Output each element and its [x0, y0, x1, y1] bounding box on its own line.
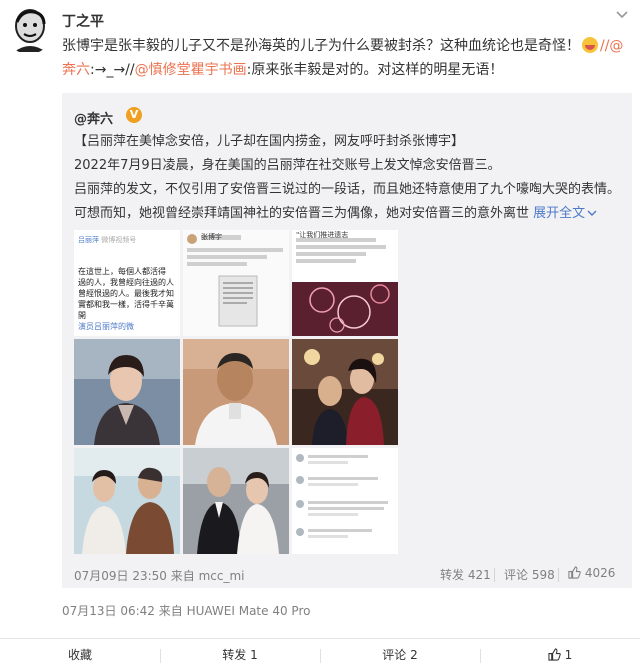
like-button[interactable]: 1 [480, 639, 640, 672]
repost-author-name[interactable]: @奔六 [74, 108, 113, 127]
thumbs-up-icon [548, 648, 561, 661]
repost-like-count: 4026 [584, 566, 616, 580]
repost-paragraph-2: 吕丽萍的发文，不仅引用了安倍晋三说过的一段话，而且她还特意使用了九个嚎啕大哭的表… [74, 178, 624, 226]
repost-headline: 【吕丽萍在美悼念安倍，儿子却在国内捞金，网友呼吁封杀张博宇】 [74, 134, 465, 149]
verified-badge-icon: V [126, 107, 142, 123]
repost-body: 【吕丽萍在美悼念安倍，儿子却在国内捞金，网友呼吁封杀张博宇】 2022年7月9日… [74, 130, 624, 226]
thumbs-up-icon [568, 566, 581, 579]
grid-image-3[interactable]: "让我们推进遗志 [292, 230, 398, 336]
repost-forward-count[interactable]: 转发 421 [440, 566, 491, 583]
post-text-mid: :→_→// [90, 62, 135, 78]
repost-comment-count[interactable]: 评论 598 [504, 566, 555, 583]
collect-button[interactable]: 收藏 [0, 639, 160, 672]
image-1-text: 在這世上，每個人都活得 過的人，我曾經向往過的人 曾經恨過的人。最後我才知 實都… [78, 267, 174, 331]
repost-like-button[interactable]: 4026 [568, 566, 615, 580]
grid-image-5[interactable] [183, 339, 289, 445]
post-author-name[interactable]: 丁之平 [62, 11, 104, 31]
repost-timestamp-source: 07月09日 23:50 来自 mcc_mi [74, 569, 245, 583]
grid-image-9[interactable] [292, 448, 398, 554]
grid-image-2[interactable]: 张博宇 [183, 230, 289, 336]
comment-button[interactable]: 评论 2 [320, 639, 480, 672]
grid-image-1[interactable]: 吕丽萍 微博视频号 在這世上，每個人都活得 過的人，我曾經向往過的人 曾經恨過的… [74, 230, 180, 336]
action-bar: 收藏 转发 1 评论 2 1 [0, 638, 640, 672]
avatar-portrait-image [4, 4, 54, 54]
chevron-down-icon[interactable] [612, 8, 632, 24]
repost-paragraph-1: 2022年7月9日凌晨，身在美国的吕丽萍在社交账号上发文悼念安倍晋三。 [74, 158, 501, 173]
laughing-emoji-icon [582, 37, 598, 53]
forward-button[interactable]: 转发 1 [160, 639, 320, 672]
image-1-account: 吕丽萍 微博视频号 [78, 236, 137, 244]
image-2-account: 张博宇 [201, 233, 222, 241]
reposted-content: @奔六 V 【吕丽萍在美悼念安倍，儿子却在国内捞金，网友呼吁封杀张博宇】 202… [62, 93, 632, 588]
mention-link-shenxiutang[interactable]: @慎修堂瞿宇书画 [135, 62, 247, 78]
avatar[interactable] [4, 4, 54, 54]
post-timestamp-device: 07月13日 06:42 来自 HUAWEI Mate 40 Pro [62, 604, 311, 618]
like-count: 1 [564, 648, 573, 662]
grid-image-8[interactable] [183, 448, 289, 554]
post-text-tail: :原来张丰毅是对的。对这样的明星无语！ [246, 62, 504, 78]
image-3-caption: "让我们推进遗志 [296, 231, 349, 239]
expand-full-text-link[interactable]: 展开全文 [533, 206, 585, 221]
post-text: 张博宇是张丰毅的儿子又不是孙海英的儿子为什么要被封杀？这种血统论也是奇怪！//@… [62, 34, 632, 82]
expand-chevron-icon [587, 210, 597, 216]
post-text-main: 张博宇是张丰毅的儿子又不是孙海英的儿子为什么要被封杀？这种血统论也是奇怪！ [62, 38, 580, 54]
grid-image-4[interactable] [74, 339, 180, 445]
image-grid: 吕丽萍 微博视频号 在這世上，每個人都活得 過的人，我曾經向往過的人 曾經恨過的… [74, 230, 398, 554]
grid-image-6[interactable] [292, 339, 398, 445]
grid-image-7[interactable] [74, 448, 180, 554]
weibo-post-card: 丁之平 张博宇是张丰毅的儿子又不是孙海英的儿子为什么要被封杀？这种血统论也是奇怪… [0, 0, 640, 672]
